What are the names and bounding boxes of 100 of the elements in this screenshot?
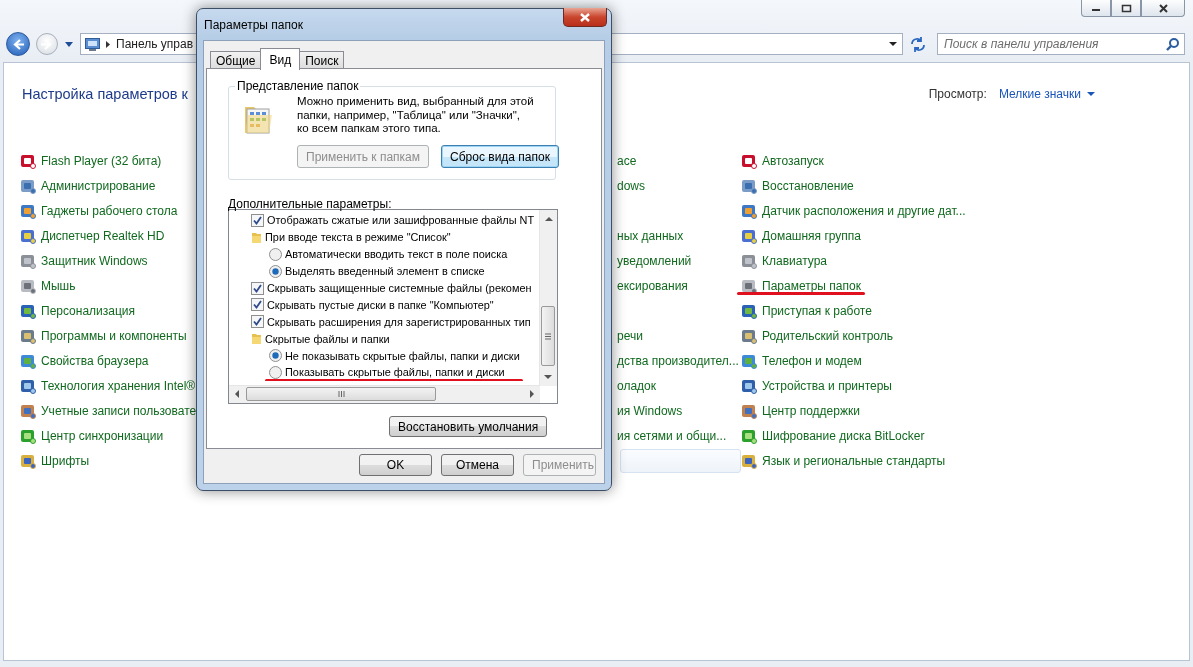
applet-link[interactable]: ace	[614, 153, 637, 168]
applet-link[interactable]: Центр синхронизации	[41, 428, 164, 443]
scrollbar-thumb[interactable]	[541, 306, 555, 366]
applet-link[interactable]: Диспетчер Realtek HD	[41, 228, 165, 243]
checkbox[interactable]	[251, 213, 264, 227]
refresh-icon[interactable]	[909, 35, 927, 53]
scroll-left-icon[interactable]	[233, 388, 241, 400]
radio-button[interactable]	[269, 247, 282, 261]
applet-link[interactable]: Программы и компоненты	[41, 328, 187, 343]
applet-icon[interactable]	[741, 452, 757, 469]
close-button[interactable]	[563, 8, 607, 27]
applet-link[interactable]: Персонализация	[41, 303, 136, 318]
applet-link[interactable]: Мышь	[41, 278, 76, 293]
applet-link[interactable]: оладок	[614, 378, 656, 393]
applet-link[interactable]: Восстановление	[762, 178, 854, 193]
control-panel-icon	[85, 36, 100, 52]
applet-icon[interactable]	[741, 227, 757, 244]
applet-icon[interactable]	[741, 202, 757, 219]
applet-link[interactable]: дства производител...	[614, 353, 739, 368]
applet-link[interactable]: Параметры папок	[762, 278, 861, 293]
applet-icon[interactable]	[741, 152, 757, 169]
applet-link[interactable]: уведомлений	[614, 253, 692, 268]
applet-icon[interactable]	[741, 327, 757, 344]
scrollbar-thumb[interactable]	[246, 387, 436, 401]
applet-icon[interactable]	[20, 302, 36, 319]
applet-link[interactable]: ия сетями и общи...	[614, 428, 727, 443]
back-button[interactable]	[6, 32, 30, 56]
grip-icon	[337, 388, 345, 400]
dialog-button[interactable]: Отмена	[441, 454, 514, 476]
applet-link[interactable]: Шифрование диска BitLocker	[762, 428, 925, 443]
search-icon[interactable]	[1166, 37, 1180, 51]
applet-icon[interactable]	[20, 327, 36, 344]
checkbox[interactable]	[251, 298, 264, 312]
applet-icon[interactable]	[20, 427, 36, 444]
setting-label: Скрывать защищенные системные файлы (рекомен	[267, 282, 532, 294]
applet-link[interactable]: Flash Player (32 бита)	[41, 153, 162, 168]
applet-icon[interactable]	[741, 352, 757, 369]
restore-defaults-button[interactable]: Восстановить умолчания	[389, 416, 548, 437]
applet-link[interactable]: Защитник Windows	[41, 253, 148, 268]
page-heading: Настройка параметров к	[22, 86, 188, 102]
applet-icon[interactable]	[741, 252, 757, 269]
applet-icon[interactable]	[20, 402, 36, 419]
applet-icon[interactable]	[20, 277, 36, 294]
applet-icon[interactable]	[20, 227, 36, 244]
applet-link[interactable]: Датчик расположения и другие дат...	[762, 203, 966, 218]
applet-link[interactable]: Администрирование	[41, 178, 156, 193]
applet-icon[interactable]	[20, 352, 36, 369]
tab[interactable]: Общие	[210, 51, 262, 69]
dropdown-icon[interactable]	[888, 41, 898, 47]
applet-link[interactable]: Язык и региональные стандарты	[762, 453, 946, 468]
applet-link[interactable]: Клавиатура	[762, 253, 827, 268]
applet-link[interactable]: dows	[614, 178, 645, 193]
applet-icon[interactable]	[20, 177, 36, 194]
applet-icon[interactable]	[741, 177, 757, 194]
radio-button[interactable]	[269, 264, 282, 278]
applet-icon[interactable]	[20, 377, 36, 394]
applet-link[interactable]: Центр поддержки	[762, 403, 860, 418]
applet-link[interactable]: Технология хранения Intel®	[41, 378, 196, 393]
maximize-icon	[1120, 3, 1132, 13]
applet-icon[interactable]	[20, 152, 36, 169]
radio-button[interactable]	[269, 349, 282, 363]
tab[interactable]: Вид	[260, 48, 301, 70]
applet-icon[interactable]	[20, 252, 36, 269]
dialog-button[interactable]: OK	[359, 454, 432, 476]
view-dropdown[interactable]: Мелкие значки	[998, 87, 1095, 101]
applet-link[interactable]: Учетные записи пользовате	[41, 403, 197, 418]
applet-link[interactable]: Шрифты	[41, 453, 90, 468]
applet-link[interactable]: ия Windows	[614, 403, 683, 418]
chevron-icon[interactable]	[105, 39, 111, 49]
dropdown-icon[interactable]	[64, 40, 74, 48]
checkbox[interactable]	[251, 281, 264, 295]
scroll-right-icon[interactable]	[528, 388, 536, 400]
maximize-button[interactable]	[1111, 0, 1141, 17]
applet-link[interactable]: Устройства и принтеры	[762, 378, 892, 393]
applet-link[interactable]: Свойства браузера	[41, 353, 149, 368]
applet-link[interactable]: Домашняя группа	[762, 228, 862, 243]
radio-button[interactable]	[269, 365, 282, 379]
applet-link[interactable]: речи	[614, 328, 643, 343]
close-button[interactable]	[1141, 0, 1185, 17]
applet-link[interactable]: Гаджеты рабочего стола	[41, 203, 178, 218]
checkbox[interactable]	[251, 315, 264, 329]
applet-icon[interactable]	[741, 302, 757, 319]
applet-link[interactable]: ных данных	[614, 228, 684, 243]
applet-icon[interactable]	[741, 427, 757, 444]
action-button[interactable]: Сброс вида папок	[441, 145, 559, 168]
search-field[interactable]: Поиск в панели управления	[937, 33, 1185, 55]
minimize-button[interactable]	[1081, 0, 1111, 17]
applet-link[interactable]: Телефон и модем	[762, 353, 862, 368]
applet-link[interactable]: Автозапуск	[762, 153, 824, 168]
applet-link[interactable]: Приступая к работе	[762, 303, 872, 318]
applet-icon[interactable]	[741, 402, 757, 419]
tab[interactable]: Поиск	[299, 51, 345, 69]
applet-icon[interactable]	[741, 377, 757, 394]
applet-link[interactable]: Родительский контроль	[762, 328, 893, 343]
scroll-down-icon[interactable]	[542, 373, 554, 381]
applet-icon[interactable]	[741, 277, 757, 294]
applet-icon[interactable]	[20, 202, 36, 219]
applet-icon[interactable]	[20, 452, 36, 469]
setting-label: Автоматически вводить текст в поле поиска	[285, 248, 508, 261]
applet-link[interactable]: ексирования	[614, 278, 688, 293]
